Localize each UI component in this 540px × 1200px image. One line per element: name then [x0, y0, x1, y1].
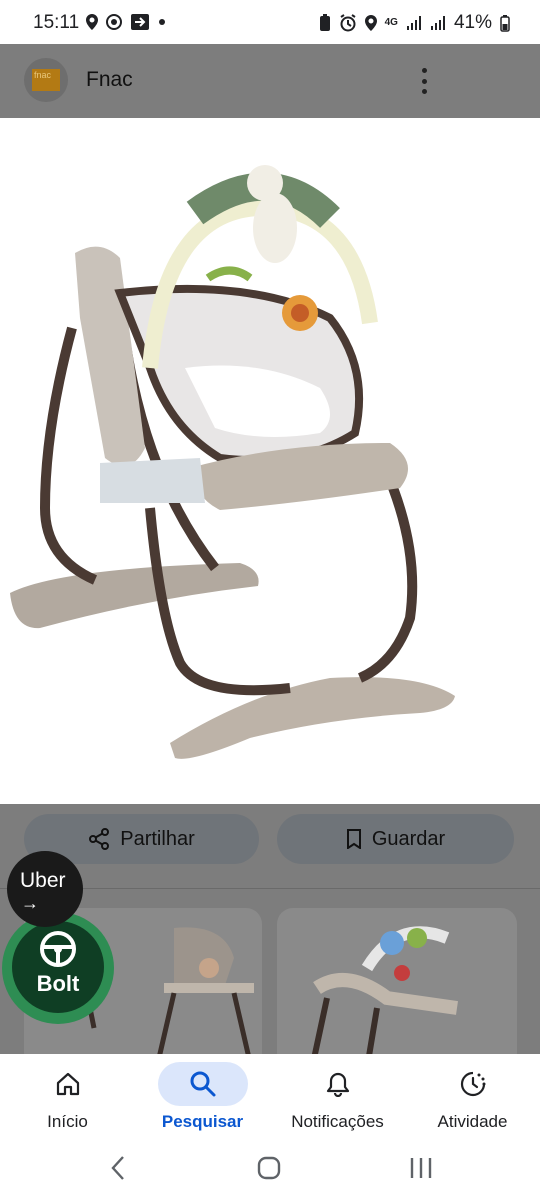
bolt-label: Bolt: [36, 971, 80, 996]
battery-percent: 41%: [453, 12, 492, 33]
save-button[interactable]: Guardar: [277, 814, 514, 864]
product-image[interactable]: [0, 118, 540, 804]
cast-exit-icon: [131, 14, 149, 30]
status-left-icons: [86, 13, 166, 31]
alarm-icon: [340, 14, 356, 32]
bell-icon: [326, 1072, 349, 1097]
back-icon[interactable]: [108, 1154, 128, 1182]
home-icon: [56, 1072, 79, 1096]
source-logo[interactable]: fnac: [24, 58, 68, 102]
nav-notifications[interactable]: Notificações: [270, 1062, 405, 1142]
activity-icon: [460, 1071, 485, 1097]
status-bar: 15:11 4G 41%: [0, 0, 540, 44]
nav-activity-pill: [428, 1062, 518, 1106]
nav-notifications-pill: [293, 1062, 383, 1106]
nav-notifications-label: Notificações: [291, 1112, 384, 1131]
nav-home-label: Início: [47, 1112, 88, 1131]
battery-saver-icon: [319, 14, 330, 31]
location-pin-icon: [86, 14, 98, 30]
chrome-icon: [106, 14, 122, 30]
steering-wheel-icon: [40, 931, 76, 967]
nav-activity[interactable]: Atividade: [405, 1062, 540, 1142]
location-icon: [364, 15, 377, 31]
home-circle-icon[interactable]: [256, 1155, 282, 1181]
uber-label: Uber: [20, 869, 66, 892]
image-viewer-header: fnac Fnac: [0, 44, 540, 118]
more-vert-icon[interactable]: [420, 68, 428, 94]
share-label: Partilhar: [120, 827, 195, 850]
arrow-right-icon: →: [21, 893, 39, 913]
nav-home-pill: [23, 1062, 113, 1106]
status-time: 15:11: [33, 12, 80, 33]
nav-home[interactable]: Início: [0, 1062, 135, 1142]
signal-icon-2: [430, 16, 445, 30]
battery-icon: [500, 15, 510, 32]
nav-activity-label: Atividade: [437, 1112, 508, 1131]
bookmark-icon: [346, 829, 361, 849]
bolt-chat-head[interactable]: Bolt: [12, 921, 104, 1013]
source-name[interactable]: Fnac: [86, 68, 133, 92]
nav-search[interactable]: Pesquisar: [135, 1062, 270, 1142]
network-type: 4G: [384, 17, 398, 28]
share-icon: [89, 828, 110, 850]
nav-search-pill: [157, 1062, 248, 1106]
fnac-logo: fnac: [32, 69, 60, 91]
recents-icon[interactable]: [408, 1156, 434, 1180]
bottom-navigation: Início Pesquisar Notificações Atividade: [0, 1054, 540, 1144]
related-image-thumbnail[interactable]: [277, 908, 517, 1054]
uber-chat-head[interactable]: Uber →: [7, 851, 83, 927]
status-right-icons: 4G 41%: [319, 12, 510, 34]
high-chair-illustration: [10, 165, 455, 759]
save-label: Guardar: [371, 827, 446, 850]
system-navigation-bar: [0, 1144, 540, 1200]
dot-icon: [159, 19, 165, 25]
search-icon: [190, 1071, 215, 1097]
signal-icon: [406, 16, 421, 30]
nav-search-label: Pesquisar: [161, 1112, 244, 1131]
high-chair-thumbnail: [311, 926, 458, 1054]
